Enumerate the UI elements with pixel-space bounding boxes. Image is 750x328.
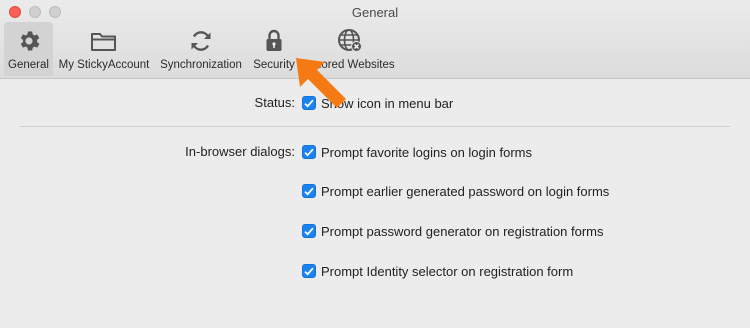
lock-icon [249,28,299,54]
folder-icon [55,28,153,54]
title-bar: General General My StickyAccount Synchro… [0,0,750,79]
gear-icon [4,28,53,54]
general-pane: Status: Show icon in menu bar In-browser… [0,79,750,328]
prompt-password-generator-checkbox[interactable] [302,224,316,238]
dialog-option-row[interactable]: Prompt earlier generated password on log… [302,183,609,199]
divider [20,126,730,127]
sync-icon [155,28,247,54]
tab-general-label: General [8,59,49,71]
tab-my-stickyaccount-label: My StickyAccount [58,59,150,71]
globe-blocked-icon [300,28,400,54]
prompt-generated-password-checkbox[interactable] [302,184,316,198]
prompt-generated-password-label: Prompt earlier generated password on log… [321,183,610,199]
tab-synchronization[interactable]: Synchronization [155,22,247,76]
status-label: Status: [254,95,295,110]
dialog-option-row[interactable]: Prompt Identity selector on registration… [302,263,573,279]
window-title: General [351,5,399,20]
preferences-window: General General My StickyAccount Synchro… [0,0,750,328]
dialog-option-row[interactable]: Prompt password generator on registratio… [302,223,604,239]
prompt-password-generator-label: Prompt password generator on registratio… [321,223,604,239]
prompt-identity-selector-label: Prompt Identity selector on registration… [321,263,574,279]
prompt-favorite-logins-label: Prompt favorite logins on login forms [321,144,532,160]
tab-synchronization-label: Synchronization [160,59,242,71]
prompt-identity-selector-checkbox[interactable] [302,264,316,278]
in-browser-dialogs-label: In-browser dialogs: [185,144,295,159]
orange-pointer-arrow-icon [292,54,352,119]
tab-general[interactable]: General [4,22,53,76]
tab-my-stickyaccount[interactable]: My StickyAccount [55,22,153,76]
dialog-option-row[interactable]: Prompt favorite logins on login forms [302,144,532,160]
prompt-favorite-logins-checkbox[interactable] [302,145,316,159]
